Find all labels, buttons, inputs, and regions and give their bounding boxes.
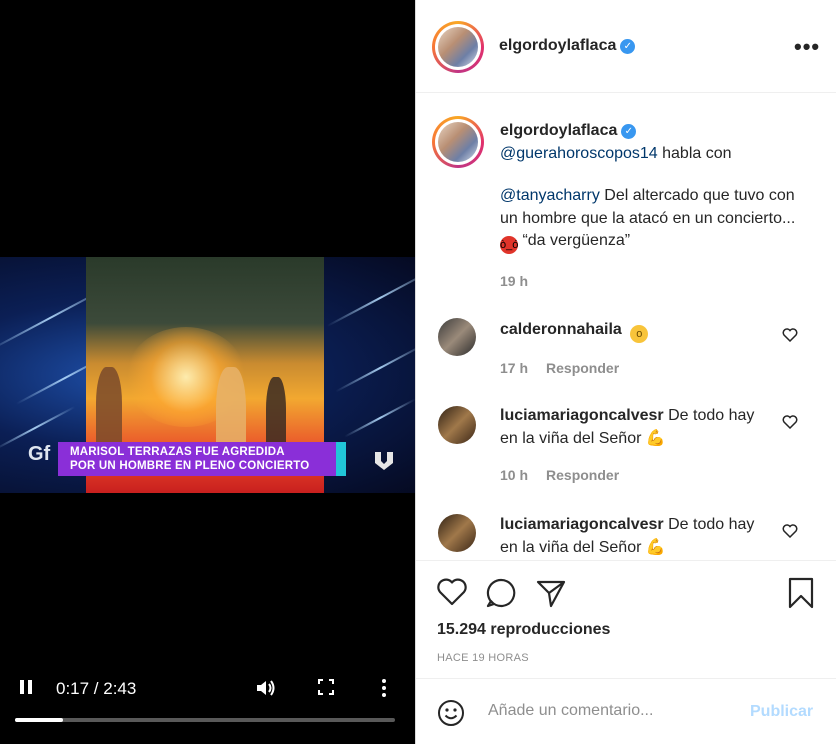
- verified-badge-icon: ✓: [620, 39, 636, 54]
- reply-button[interactable]: Responder: [546, 360, 619, 376]
- comment-time[interactable]: 17 h: [500, 360, 528, 376]
- view-count[interactable]: 15.294 reproducciones: [437, 621, 610, 639]
- like-comment-heart-icon[interactable]: [782, 524, 798, 542]
- flexed-biceps-icon: 💪: [645, 429, 666, 447]
- post-time[interactable]: HACE 19 HORAS: [437, 652, 529, 664]
- video-frame: Gf MARISOL TERRAZAS FUE AGREDIDA POR UN …: [0, 257, 415, 493]
- caption-text: “da vergüenza”: [518, 232, 631, 249]
- more-options-icon[interactable]: [380, 678, 388, 704]
- comment-username[interactable]: calderonnahaila: [500, 321, 622, 338]
- like-heart-icon[interactable]: [436, 577, 468, 609]
- reply-button[interactable]: Responder: [546, 467, 619, 483]
- post-header: elgordoylaflaca ✓ •••: [416, 0, 836, 93]
- like-comment-heart-icon[interactable]: [782, 415, 798, 433]
- comment: luciamariagoncalvesr De todo hay en la v…: [500, 514, 760, 559]
- add-comment-bar: Publicar: [416, 678, 836, 745]
- mention-link[interactable]: @guerahoroscopos14: [500, 145, 658, 162]
- network-logo-icon: [373, 449, 395, 471]
- like-comment-heart-icon[interactable]: [782, 328, 798, 346]
- avatar[interactable]: [438, 514, 476, 552]
- avatar[interactable]: [438, 318, 476, 356]
- more-options-icon[interactable]: •••: [794, 34, 820, 60]
- post-panel: elgordoylaflaca ✓ ••• elgordoylaflaca ✓ @g…: [415, 0, 837, 744]
- news-banner: MARISOL TERRAZAS FUE AGREDIDA POR UN HOM…: [58, 442, 346, 476]
- comment: luciamariagoncalvesr De todo hay en la v…: [500, 405, 760, 487]
- post-actions: 15.294 reproducciones HACE 19 HORAS: [416, 560, 836, 679]
- pause-icon[interactable]: [18, 678, 34, 702]
- comment-time[interactable]: 10 h: [500, 467, 528, 483]
- banner-line-1: MARISOL TERRAZAS FUE AGREDIDA: [70, 446, 285, 458]
- comment-username[interactable]: luciamariagoncalvesr: [500, 516, 664, 533]
- progress-fill: [15, 718, 63, 722]
- angry-face-icon: ò_ó: [500, 236, 518, 254]
- banner-line-2: POR UN HOMBRE EN PLENO CONCIERTO: [70, 460, 310, 472]
- comment-username[interactable]: luciamariagoncalvesr: [500, 407, 664, 424]
- share-icon[interactable]: [535, 577, 567, 609]
- video-controls: 0:17 / 2:43: [0, 672, 415, 712]
- time-display: 0:17 / 2:43: [56, 679, 137, 698]
- comment-icon[interactable]: [485, 577, 517, 609]
- mention-link[interactable]: @tanyacharry: [500, 187, 600, 204]
- caption: elgordoylaflaca ✓ @guerahoroscopos14 habl…: [500, 120, 800, 293]
- flexed-biceps-icon: 💪: [645, 538, 666, 556]
- comment-input[interactable]: [486, 701, 740, 721]
- emoji-picker-icon[interactable]: [437, 699, 465, 727]
- save-bookmark-icon[interactable]: [786, 577, 818, 609]
- avatar[interactable]: [432, 21, 484, 73]
- show-logo: Gf: [28, 443, 51, 465]
- caption-text: habla con: [657, 144, 732, 162]
- header-username[interactable]: elgordoylaflaca: [499, 37, 616, 54]
- video-player[interactable]: Gf MARISOL TERRAZAS FUE AGREDIDA POR UN …: [0, 0, 415, 744]
- caption-time[interactable]: 19 h: [500, 270, 800, 293]
- comments-section: elgordoylaflaca ✓ @guerahoroscopos14 habl…: [416, 92, 836, 560]
- comment: calderonnahaila o 17 h Responder: [500, 319, 760, 380]
- avatar[interactable]: [438, 406, 476, 444]
- verified-badge-icon: ✓: [621, 124, 637, 139]
- volume-icon[interactable]: [255, 678, 277, 704]
- publish-button[interactable]: Publicar: [750, 703, 813, 721]
- caption-avatar[interactable]: [432, 116, 484, 168]
- astonished-face-icon: o: [630, 325, 649, 343]
- fullscreen-icon[interactable]: [317, 678, 335, 702]
- caption-username[interactable]: elgordoylaflaca: [500, 122, 617, 139]
- progress-bar[interactable]: [15, 718, 395, 722]
